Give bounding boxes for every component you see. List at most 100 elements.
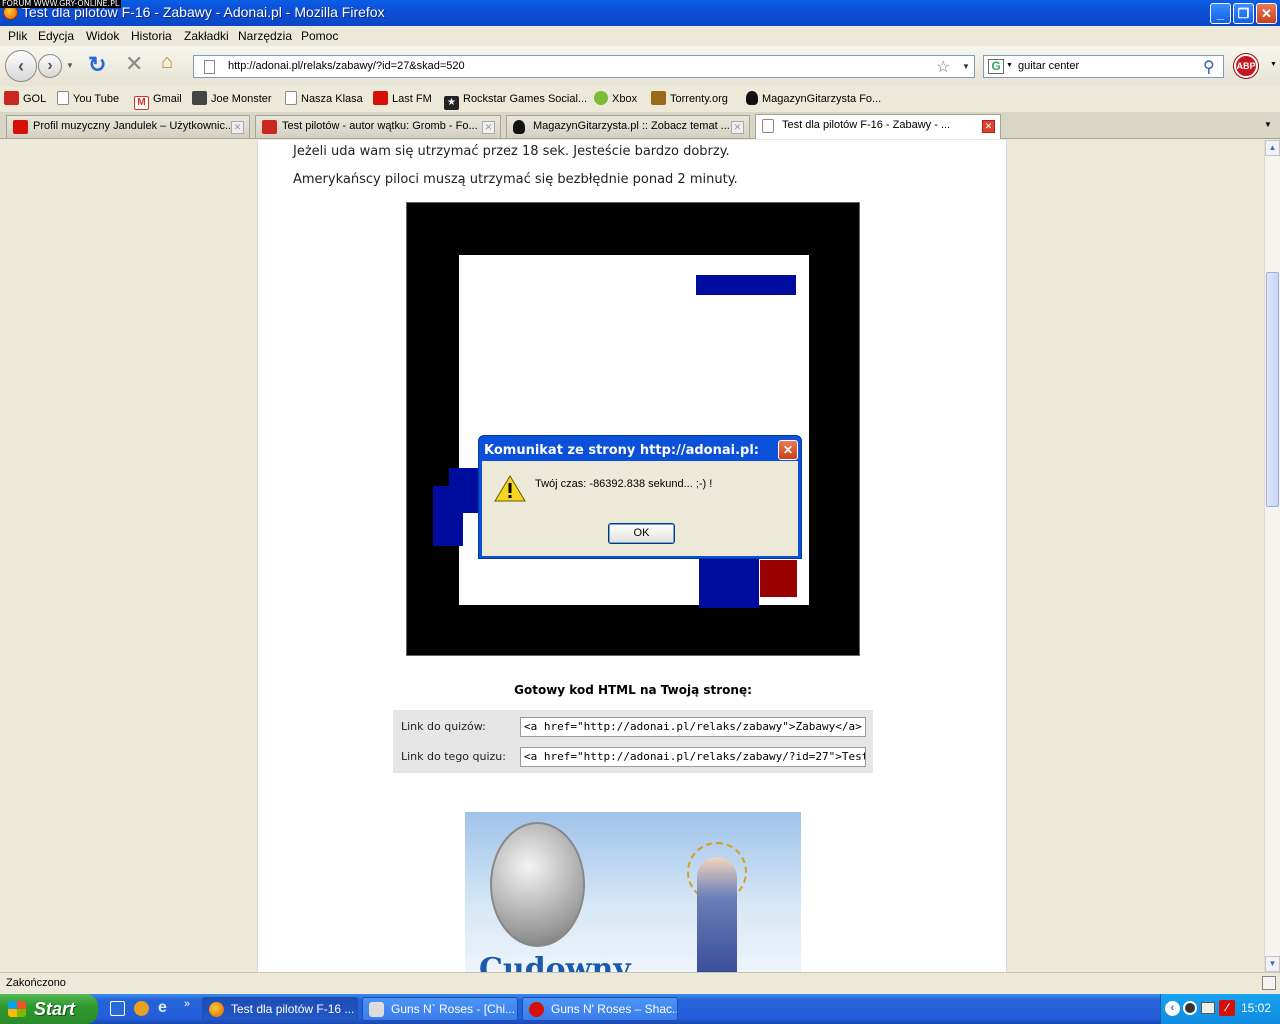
menu-edycja[interactable]: Edycja bbox=[38, 29, 74, 43]
bookmarks-toolbar: GOL You Tube M Gmail Joe Monster Nasza Kl… bbox=[0, 86, 1280, 112]
menu-narzedzia[interactable]: Narzędzia bbox=[238, 29, 292, 43]
bookmark-gmail[interactable]: M Gmail bbox=[134, 90, 182, 110]
tab-close-icon[interactable]: ✕ bbox=[731, 121, 744, 134]
tab-list-dropdown-icon[interactable]: ▼ bbox=[1264, 120, 1272, 129]
status-text: Zakończono bbox=[6, 977, 66, 989]
bookmark-gol[interactable]: GOL bbox=[4, 90, 46, 108]
home-icon[interactable]: ⌂ bbox=[161, 51, 173, 74]
bookmark-xbox[interactable]: Xbox bbox=[594, 90, 637, 108]
bookmark-magazyn-gitarzysta[interactable]: MagazynGitarzysta Fo... bbox=[746, 90, 881, 108]
taskbar-item-firefox[interactable]: Test dla pilotów F-16 ... bbox=[202, 997, 358, 1021]
code-section-title: Gotowy kod HTML na Twoją stronę: bbox=[514, 683, 752, 697]
game-frame[interactable] bbox=[406, 202, 860, 656]
navigation-toolbar: ‹ › ▼ ↻ ✕ ⌂ http://adonai.pl/relaks/zaba… bbox=[0, 46, 1280, 86]
quiz-link-label: Link do quizów: bbox=[401, 720, 486, 733]
minimize-button[interactable]: _ bbox=[1210, 3, 1231, 24]
taskbar-item-guns-lastfm[interactable]: Guns N' Roses – Shac... bbox=[522, 997, 678, 1021]
history-dropdown-icon[interactable]: ▼ bbox=[66, 61, 74, 70]
scroll-down-button[interactable]: ▼ bbox=[1265, 956, 1280, 972]
quicklaunch-more-icon[interactable]: » bbox=[184, 998, 190, 1010]
this-quiz-link-field[interactable]: <a href="http://adonai.pl/relaks/zabawy/… bbox=[520, 747, 866, 767]
window-titlebar: Test dla pilotów F-16 - Zabawy - Adonai.… bbox=[0, 0, 1280, 26]
xbox-icon bbox=[594, 91, 608, 105]
guitar-icon bbox=[746, 91, 758, 105]
menu-widok[interactable]: Widok bbox=[86, 29, 119, 43]
medal-image bbox=[490, 822, 585, 947]
tab-test-dla-pilotow[interactable]: Test dla pilotów F-16 - Zabawy - ... ✕ bbox=[755, 114, 1001, 139]
bookmark-torrenty[interactable]: Torrenty.org bbox=[651, 90, 728, 108]
ok-button[interactable]: OK bbox=[608, 523, 675, 544]
menu-pomoc[interactable]: Pomoc bbox=[301, 29, 338, 43]
player-block[interactable] bbox=[760, 560, 797, 597]
search-engine-icon[interactable]: G bbox=[988, 59, 1004, 74]
status-bar: Zakończono bbox=[0, 972, 1280, 994]
url-bar[interactable]: http://adonai.pl/relaks/zabawy/?id=27&sk… bbox=[193, 55, 975, 78]
forward-button[interactable]: › bbox=[38, 54, 62, 78]
vertical-scrollbar[interactable]: ▲ ▼ bbox=[1264, 140, 1280, 972]
dialog-close-button[interactable]: ✕ bbox=[778, 440, 798, 460]
page-icon bbox=[57, 91, 69, 105]
windows-logo-icon bbox=[8, 1001, 26, 1017]
adblock-plus-icon[interactable]: ABP bbox=[1234, 54, 1258, 78]
tab-close-icon[interactable]: ✕ bbox=[231, 121, 244, 134]
menu-bar: Plik Edycja Widok Historia Zakładki Narz… bbox=[0, 26, 1280, 46]
scroll-up-button[interactable]: ▲ bbox=[1265, 140, 1280, 156]
lastfm-icon bbox=[373, 91, 388, 105]
media-player-icon[interactable] bbox=[134, 1001, 149, 1016]
enemy-block bbox=[696, 275, 796, 295]
bookmark-rockstar[interactable]: ★ Rockstar Games Social... bbox=[444, 90, 587, 110]
banner-title: Cudowny bbox=[479, 952, 631, 972]
stop-icon[interactable]: ✕ bbox=[125, 51, 143, 77]
tab-magazyn-gitarzysta[interactable]: MagazynGitarzysta.pl :: Zobacz temat ...… bbox=[506, 115, 750, 138]
abp-dropdown-icon[interactable]: ▼ bbox=[1270, 61, 1277, 68]
this-quiz-link-label: Link do tego quizu: bbox=[401, 750, 506, 763]
bookmark-joe-monster[interactable]: Joe Monster bbox=[192, 90, 272, 108]
menu-historia[interactable]: Historia bbox=[131, 29, 172, 43]
close-button[interactable]: ✕ bbox=[1256, 3, 1277, 24]
tray-expand-icon[interactable]: ‹ bbox=[1165, 1001, 1180, 1016]
url-text: http://adonai.pl/relaks/zabawy/?id=27&sk… bbox=[228, 60, 465, 72]
instruction-text-1: Jeżeli uda wam się utrzymać przez 18 sek… bbox=[293, 144, 730, 159]
tray-network-icon[interactable] bbox=[1201, 1002, 1215, 1014]
quiz-link-field[interactable]: <a href="http://adonai.pl/relaks/zabawy"… bbox=[520, 717, 866, 737]
bookmark-last-fm[interactable]: Last FM bbox=[373, 90, 432, 108]
alert-dialog: Komunikat ze strony http://adonai.pl: ✕ … bbox=[478, 435, 802, 559]
menu-plik[interactable]: Plik bbox=[8, 29, 27, 43]
status-addon-icon[interactable] bbox=[1262, 976, 1276, 990]
maximize-button[interactable]: ❐ bbox=[1233, 3, 1254, 24]
tray-antivirus-icon[interactable]: ∕ bbox=[1219, 1000, 1235, 1016]
menu-zakladki[interactable]: Zakładki bbox=[184, 29, 229, 43]
search-icon[interactable]: ⚲ bbox=[1203, 57, 1215, 77]
bookmark-youtube[interactable]: You Tube bbox=[57, 90, 119, 108]
tab-close-icon[interactable]: ✕ bbox=[982, 120, 995, 133]
search-engine-dropdown-icon[interactable]: ▼ bbox=[1006, 62, 1013, 69]
bookmark-star-icon[interactable]: ☆ bbox=[936, 57, 950, 77]
back-button[interactable]: ‹ bbox=[5, 50, 37, 82]
url-dropdown-icon[interactable]: ▼ bbox=[962, 62, 970, 71]
tab-lastfm-profile[interactable]: Profil muzyczny Jandulek – Użytkownic...… bbox=[6, 115, 250, 138]
page-icon bbox=[762, 119, 774, 133]
search-box[interactable]: G ▼ guitar center ⚲ bbox=[983, 55, 1224, 78]
tab-test-pilotow-forum[interactable]: Test pilotów - autor wątku: Gromb - Fo..… bbox=[255, 115, 501, 138]
windows-taskbar: Start e » Test dla pilotów F-16 ... Guns… bbox=[0, 994, 1280, 1024]
reload-icon[interactable]: ↻ bbox=[88, 52, 106, 78]
tray-app-icon[interactable] bbox=[1183, 1001, 1197, 1015]
watermark: FORUM WWW.GRY-ONLINE.PL bbox=[0, 0, 122, 8]
banner-image[interactable]: Cudowny bbox=[465, 812, 801, 972]
ie-icon[interactable]: e bbox=[158, 999, 167, 1017]
bookmark-nasza-klasa[interactable]: Nasza Klasa bbox=[285, 90, 363, 108]
warning-icon bbox=[494, 475, 526, 502]
page-icon bbox=[204, 60, 215, 74]
music-app-icon bbox=[369, 1002, 384, 1017]
scroll-thumb[interactable] bbox=[1266, 272, 1279, 507]
virgin-mary-image bbox=[697, 857, 737, 972]
code-panel: Link do quizów: <a href="http://adonai.p… bbox=[393, 710, 873, 773]
taskbar-item-guns-chinese[interactable]: Guns N` Roses - [Chi... bbox=[362, 997, 518, 1021]
tab-close-icon[interactable]: ✕ bbox=[482, 121, 495, 134]
clock[interactable]: 15:02 bbox=[1241, 1001, 1271, 1015]
start-button[interactable]: Start bbox=[0, 994, 98, 1024]
tab-strip: Profil muzyczny Jandulek – Użytkownic...… bbox=[0, 112, 1280, 139]
search-input[interactable]: guitar center bbox=[1018, 60, 1079, 72]
show-desktop-icon[interactable] bbox=[110, 1001, 125, 1016]
page-icon bbox=[285, 91, 297, 105]
